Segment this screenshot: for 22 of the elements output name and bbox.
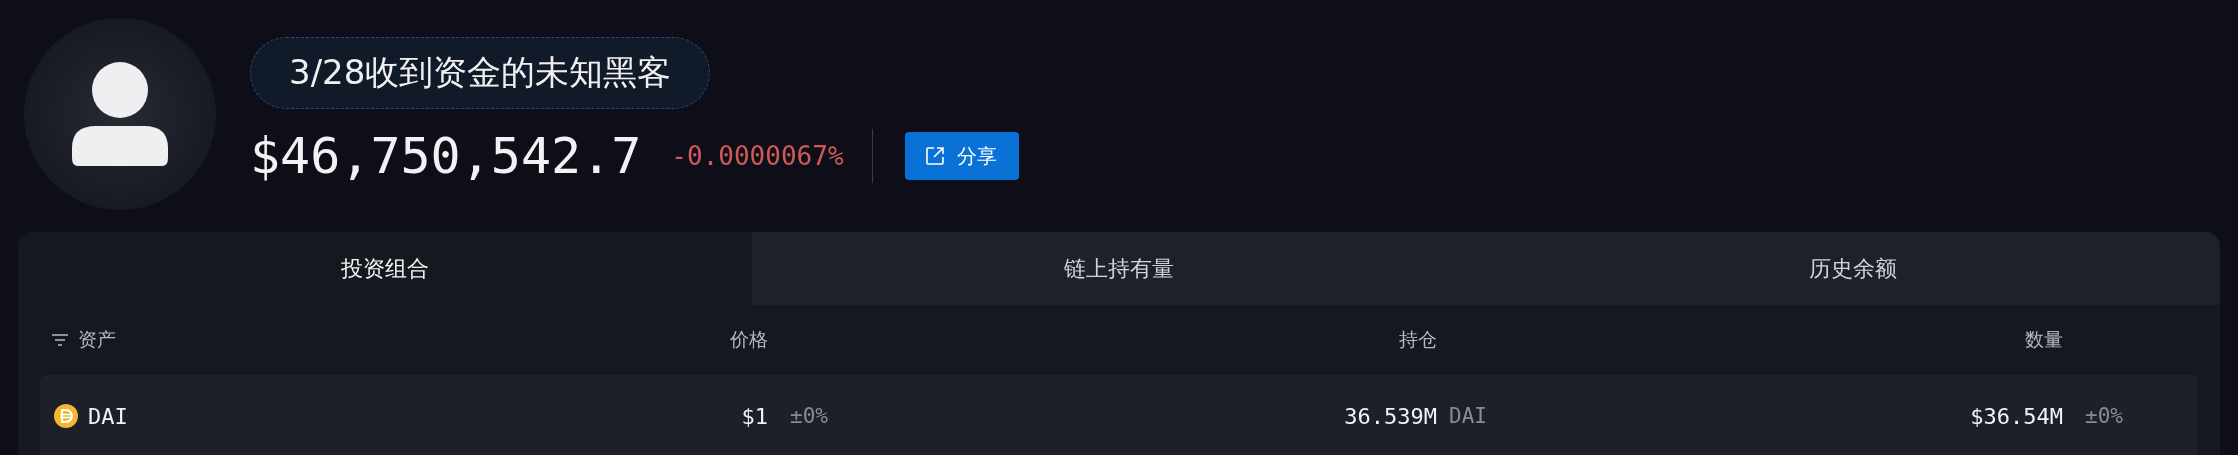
amount-change: ±0% xyxy=(2085,404,2123,428)
holding-amount: 36.539M xyxy=(1344,403,1437,429)
column-header: 资产 xyxy=(78,327,116,352)
user-icon xyxy=(72,62,168,166)
amount-value: $36.54M xyxy=(1970,403,2063,429)
column-header: 数量 xyxy=(2025,327,2063,352)
column-header: 价格 xyxy=(730,327,768,352)
total-value: $46,750,542.7 xyxy=(250,127,642,185)
value-change: -0.0000067% xyxy=(671,141,844,171)
asset-name: DAI xyxy=(88,403,128,429)
price: $1 xyxy=(741,403,768,429)
share-icon xyxy=(924,146,945,166)
table-row[interactable]: DAI $1 ±0% 36.539M DAI $36.54M ±0% xyxy=(40,375,2198,455)
column-header: 持仓 xyxy=(1399,327,1437,352)
share-button[interactable]: 分享 xyxy=(904,132,1019,180)
holding-unit: DAI xyxy=(1449,404,1487,428)
wallet-label: 3/28收到资金的未知黑客 xyxy=(250,37,711,109)
tab[interactable]: 历史余额 xyxy=(1486,232,2220,305)
tab[interactable]: 链上持有量 xyxy=(752,232,1486,305)
filter-icon[interactable] xyxy=(52,334,68,346)
coin-icon xyxy=(54,404,78,428)
price-change: ±0% xyxy=(790,404,828,428)
